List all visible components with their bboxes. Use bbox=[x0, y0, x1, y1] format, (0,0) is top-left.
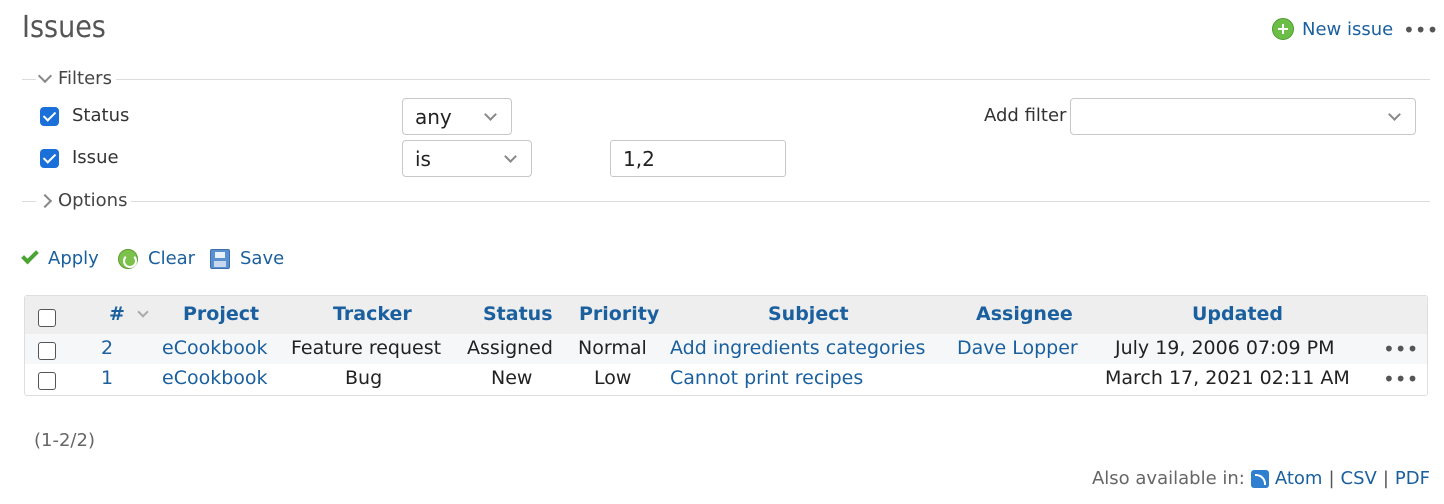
atom-export-link[interactable]: Atom bbox=[1275, 468, 1323, 489]
pagination-summary: (1-2/2) bbox=[34, 430, 95, 451]
add-filter-select[interactable] bbox=[1070, 98, 1416, 135]
rss-feed-icon bbox=[1250, 469, 1269, 488]
save-label: Save bbox=[240, 248, 285, 269]
options-divider bbox=[22, 201, 1430, 202]
floppy-disk-icon bbox=[210, 248, 230, 269]
filters-divider bbox=[22, 79, 1430, 80]
more-actions-icon[interactable]: ••• bbox=[1403, 18, 1438, 42]
clear-button[interactable]: Clear bbox=[118, 248, 195, 269]
row-more-icon[interactable]: ••• bbox=[1383, 367, 1418, 391]
separator: | bbox=[1382, 468, 1389, 489]
table-header: # Project Tracker Status Priority Subjec… bbox=[25, 296, 1427, 334]
column-header-subject[interactable]: Subject bbox=[768, 303, 849, 325]
row-more-icon[interactable]: ••• bbox=[1383, 337, 1418, 361]
tracker-cell: Feature request bbox=[291, 337, 442, 359]
updated-cell: March 17, 2021 02:11 AM bbox=[1105, 367, 1350, 389]
add-icon bbox=[1272, 18, 1294, 40]
save-button[interactable]: Save bbox=[210, 248, 284, 269]
filters-legend: Filters bbox=[58, 68, 112, 89]
project-link[interactable]: eCookbook bbox=[162, 337, 268, 359]
column-header-status[interactable]: Status bbox=[483, 303, 553, 325]
status-cell: New bbox=[491, 367, 533, 389]
chevron-right-icon bbox=[37, 193, 53, 208]
priority-cell: Normal bbox=[578, 337, 647, 359]
column-header-tracker[interactable]: Tracker bbox=[333, 303, 412, 325]
issue-operator-value: is bbox=[415, 146, 431, 171]
chevron-down-icon bbox=[504, 150, 517, 163]
subject-link[interactable]: Cannot print recipes bbox=[670, 367, 863, 389]
status-cell: Assigned bbox=[467, 337, 553, 359]
chevron-down-icon bbox=[1388, 108, 1401, 121]
clear-label: Clear bbox=[148, 248, 196, 269]
chevron-down-icon bbox=[484, 108, 497, 121]
add-filter-label: Add filter bbox=[984, 105, 1067, 126]
issues-table: # Project Tracker Status Priority Subjec… bbox=[24, 295, 1428, 396]
issue-id-link[interactable]: 2 bbox=[101, 337, 113, 359]
page-title: Issues bbox=[22, 10, 106, 45]
issue-operator-select[interactable]: is bbox=[402, 140, 532, 177]
new-issue-link[interactable]: New issue bbox=[1272, 18, 1393, 40]
issue-id-link[interactable]: 1 bbox=[101, 367, 113, 389]
assignee-link[interactable]: Dave Lopper bbox=[957, 337, 1078, 359]
column-header-project[interactable]: Project bbox=[183, 303, 259, 325]
row-checkbox[interactable] bbox=[38, 372, 56, 390]
column-header-updated[interactable]: Updated bbox=[1192, 303, 1283, 325]
csv-export-link[interactable]: CSV bbox=[1341, 468, 1377, 489]
reload-icon bbox=[118, 248, 138, 269]
status-filter-checkbox[interactable] bbox=[40, 107, 59, 126]
subject-link[interactable]: Add ingredients categories bbox=[670, 337, 925, 359]
select-all-checkbox[interactable] bbox=[38, 309, 56, 327]
tracker-cell: Bug bbox=[345, 367, 383, 389]
other-formats-label: Also available in: bbox=[1091, 468, 1245, 489]
chevron-down-icon bbox=[37, 68, 53, 83]
status-operator-select[interactable]: any bbox=[402, 98, 512, 135]
updated-cell: July 19, 2006 07:09 PM bbox=[1115, 337, 1335, 359]
options-legend: Options bbox=[58, 190, 128, 211]
apply-label: Apply bbox=[48, 248, 99, 269]
table-row: 2 eCookbook Feature request Assigned Nor… bbox=[25, 334, 1427, 364]
other-formats: Also available in: Atom | CSV | PDF bbox=[1092, 468, 1430, 489]
status-filter-label: Status bbox=[72, 105, 130, 126]
project-link[interactable]: eCookbook bbox=[162, 367, 268, 389]
column-header-assignee[interactable]: Assignee bbox=[976, 303, 1073, 325]
new-issue-label: New issue bbox=[1302, 18, 1394, 40]
column-header-priority[interactable]: Priority bbox=[579, 303, 659, 325]
table-row: 1 eCookbook Bug New Low Cannot print rec… bbox=[25, 364, 1427, 394]
issue-id-value: 1,2 bbox=[623, 146, 655, 171]
issue-filter-label: Issue bbox=[72, 147, 119, 168]
sort-desc-icon bbox=[137, 306, 149, 318]
column-header-id[interactable]: # bbox=[109, 303, 125, 325]
issue-filter-checkbox[interactable] bbox=[40, 149, 59, 168]
issue-id-input[interactable]: 1,2 bbox=[610, 140, 786, 177]
row-checkbox[interactable] bbox=[38, 342, 56, 360]
filters-toggle[interactable]: Filters bbox=[36, 68, 116, 89]
priority-cell: Low bbox=[594, 367, 632, 389]
pdf-export-link[interactable]: PDF bbox=[1395, 468, 1430, 489]
separator: | bbox=[1328, 468, 1335, 489]
apply-button[interactable]: Apply bbox=[21, 246, 99, 269]
options-toggle[interactable]: Options bbox=[36, 190, 132, 211]
status-operator-value: any bbox=[415, 104, 452, 129]
checkmark-icon bbox=[21, 246, 39, 265]
